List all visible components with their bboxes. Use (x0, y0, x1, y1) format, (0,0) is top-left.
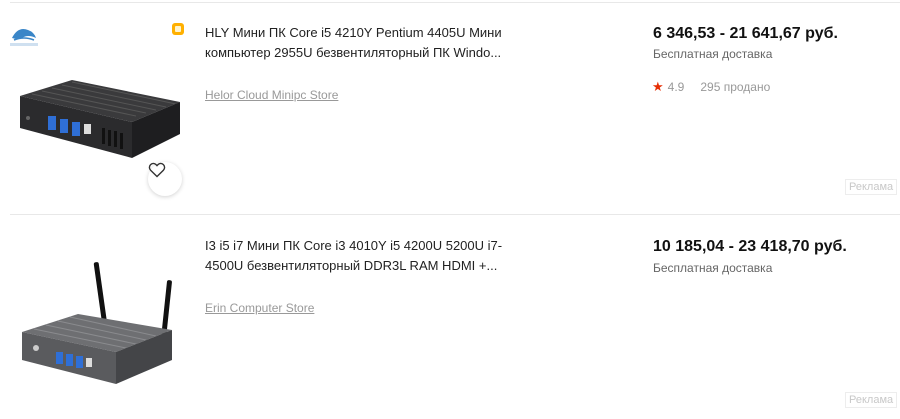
rating-score: 4.9 (667, 80, 685, 94)
heart-icon (148, 162, 166, 178)
store-link[interactable]: Erin Computer Store (205, 301, 314, 315)
ad-badge: Реклама (845, 179, 898, 195)
rating-row: ★ 4.9 295 продано (652, 79, 770, 95)
shipping-info: Бесплатная доставка (653, 47, 773, 61)
shipping-info: Бесплатная доставка (653, 261, 773, 275)
product-title[interactable]: I3 i5 i7 Мини ПК Core i3 4010Y i5 4200U … (205, 236, 535, 276)
product-title[interactable]: HLY Мини ПК Core i5 4210Y Pentium 4405U … (205, 23, 535, 63)
ad-badge: Реклама (845, 392, 898, 408)
price-range: 10 185,04 - 23 418,70 руб. (653, 238, 847, 255)
listing-card-2[interactable]: I3 i5 i7 Мини ПК Core i3 4010Y i5 4200U … (0, 216, 900, 419)
add-to-wishlist-button[interactable] (148, 162, 182, 196)
product-image[interactable] (12, 234, 182, 409)
listing-card-1[interactable]: HLY Мини ПК Core i5 4210Y Pentium 4405U … (0, 4, 900, 212)
product-image[interactable] (12, 18, 182, 196)
sold-count: 295 продано (700, 80, 771, 94)
star-icon: ★ (652, 79, 664, 94)
listing-divider (10, 214, 900, 215)
price-range: 6 346,53 - 21 641,67 руб. (653, 25, 838, 42)
top-divider (10, 2, 900, 3)
store-link[interactable]: Helor Cloud Minipc Store (205, 88, 338, 102)
